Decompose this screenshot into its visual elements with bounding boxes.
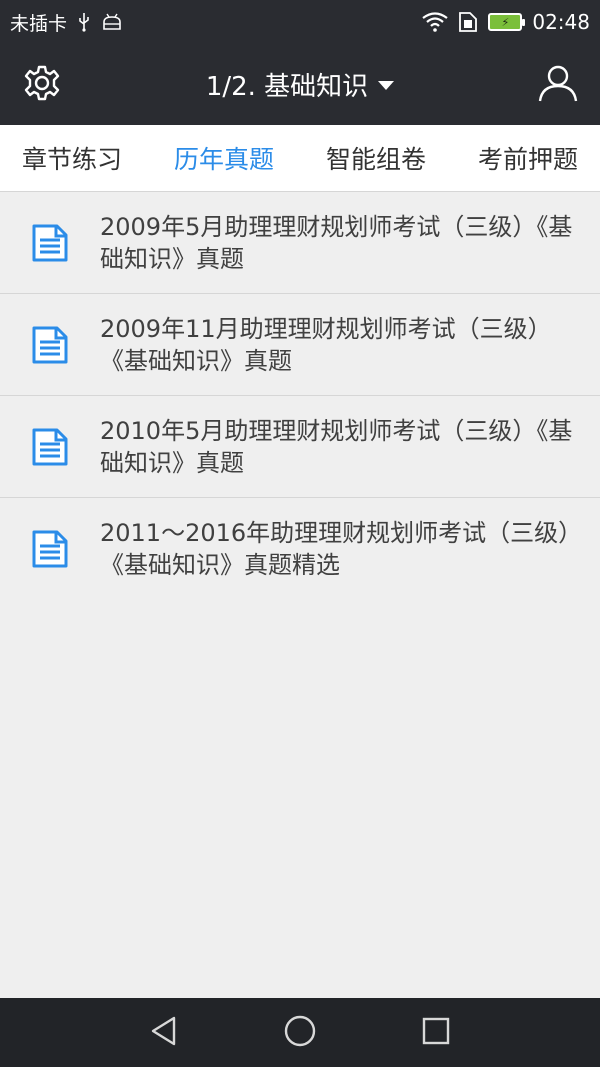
carrier-text: 未插卡 — [10, 12, 68, 35]
list-item[interactable]: 2010年5月助理理财规划师考试（三级）《基础知识》真题 — [0, 396, 600, 498]
tab-pre-exam[interactable]: 考前押题 — [478, 134, 578, 182]
tab-bar: 章节练习 历年真题 智能组卷 考前押题 — [0, 125, 600, 192]
document-icon — [28, 221, 72, 265]
status-bar: 未插卡 ⚡ 02:48 — [0, 0, 600, 44]
status-right: ⚡ 02:48 — [422, 10, 590, 34]
list-item[interactable]: 2011～2016年助理理财规划师考试（三级）《基础知识》真题精选 — [0, 498, 600, 600]
list-item-title: 2009年5月助理理财规划师考试（三级）《基础知识》真题 — [100, 212, 573, 273]
list-item[interactable]: 2009年5月助理理财规划师考试（三级）《基础知识》真题 — [0, 192, 600, 294]
user-icon — [538, 63, 578, 107]
list-item-title: 2009年11月助理理财规划师考试（三级）《基础知识》真题 — [100, 314, 552, 375]
wifi-icon — [422, 12, 449, 32]
list-item-title: 2010年5月助理理财规划师考试（三级）《基础知识》真题 — [100, 416, 573, 477]
list-item-title: 2011～2016年助理理财规划师考试（三级）《基础知识》真题精选 — [100, 519, 571, 579]
profile-button[interactable] — [536, 63, 580, 107]
sim-icon — [458, 11, 478, 33]
subject-selector[interactable]: 1/2. 基础知识 — [205, 66, 395, 103]
recent-square-icon — [421, 1016, 451, 1050]
android-icon — [101, 13, 123, 31]
tab-chapter-practice[interactable]: 章节练习 — [22, 134, 122, 182]
back-triangle-icon — [149, 1015, 179, 1051]
home-circle-icon — [283, 1014, 317, 1052]
tab-past-exams[interactable]: 历年真题 — [174, 134, 274, 182]
chevron-down-icon — [378, 81, 395, 90]
app-header: 1/2. 基础知识 — [0, 44, 600, 125]
settings-button[interactable] — [20, 63, 64, 107]
page-title: 1/2. 基础知识 — [205, 72, 369, 102]
list-item[interactable]: 2009年11月助理理财规划师考试（三级）《基础知识》真题 — [0, 294, 600, 396]
battery-icon: ⚡ — [488, 13, 526, 31]
recent-apps-button[interactable] — [416, 1013, 456, 1053]
status-left: 未插卡 — [10, 9, 123, 36]
tab-smart-paper[interactable]: 智能组卷 — [326, 134, 426, 182]
status-time: 02:48 — [532, 10, 590, 34]
back-button[interactable] — [144, 1013, 184, 1053]
system-nav-bar — [0, 998, 600, 1067]
gear-icon — [23, 64, 61, 106]
home-button[interactable] — [280, 1013, 320, 1053]
document-icon — [28, 527, 72, 571]
usb-icon — [77, 12, 91, 32]
exam-list: 2009年5月助理理财规划师考试（三级）《基础知识》真题 2009年11月助理理… — [0, 192, 600, 600]
document-icon — [28, 425, 72, 469]
document-icon — [28, 323, 72, 367]
